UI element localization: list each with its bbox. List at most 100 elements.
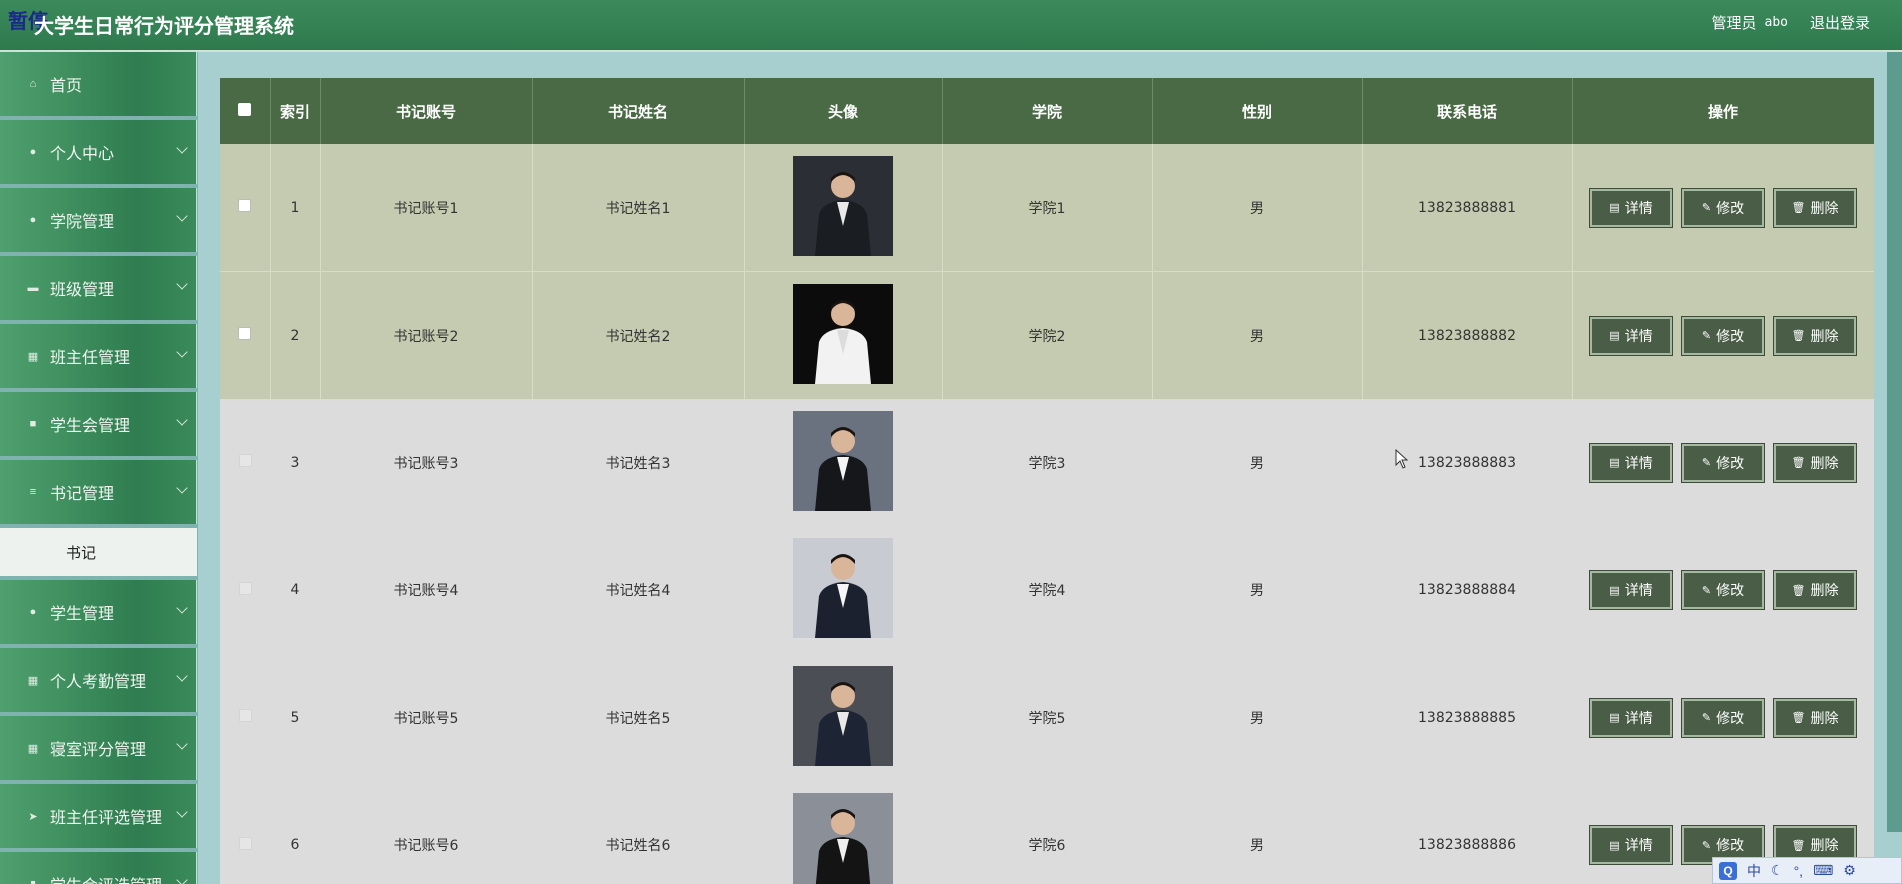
detail-button[interactable]: ▤ 详情 — [1589, 825, 1673, 866]
row-select-cell — [220, 399, 270, 527]
delete-button[interactable]: 🗑 删除 — [1773, 570, 1857, 611]
chat-icon: ▬ — [27, 282, 39, 294]
gender-cell: 男 — [1152, 144, 1363, 272]
row-checkbox[interactable] — [238, 199, 252, 212]
index-cell: 6 — [290, 837, 300, 854]
list-icon: ≡ — [29, 486, 37, 498]
index-cell: 5 — [290, 709, 300, 726]
delete-label: 删除 — [1810, 200, 1839, 217]
person-icon: ● — [29, 146, 37, 158]
select-all-checkbox[interactable] — [238, 103, 252, 116]
sidebar-item-class[interactable]: ▬ 班级管理 — [0, 256, 197, 320]
person-icon: ● — [29, 606, 37, 618]
main-content: 索引 书记账号 书记姓名 头像 学院 性别 联系电话 操作 1 书记账号1 书记… — [198, 52, 1902, 884]
table-row: 4 书记账号4 书记姓名4 学院4 男 13823888884 ▤ 详情 ✎ 修改 … — [220, 527, 1874, 655]
avatar-photo — [793, 155, 893, 256]
college-cell: 学院1 — [942, 144, 1153, 272]
sidebar-item-label: 个人考勤管理 — [50, 674, 147, 691]
detail-button[interactable]: ▤ 详情 — [1589, 315, 1673, 356]
sidebar-item-student[interactable]: ● 学生管理 — [0, 580, 197, 644]
chevron-down-icon — [176, 346, 188, 358]
sidebar-item-personal-center[interactable]: ● 个人中心 — [0, 120, 197, 184]
chevron-down-icon — [176, 278, 188, 290]
delete-button[interactable]: 🗑 删除 — [1773, 442, 1857, 483]
phone-cell: 13823888883 — [1418, 454, 1516, 471]
ime-toolbar[interactable]: Q 中 ☾ °, ⌨ ⚙ — [1712, 857, 1902, 884]
college-cell: 学院4 — [1028, 583, 1066, 600]
college-cell: 学院2 — [942, 271, 1153, 399]
edit-button[interactable]: ✎ 修改 — [1681, 442, 1765, 483]
detail-button[interactable]: ▤ 详情 — [1589, 442, 1673, 483]
table-row: 6 书记账号6 书记姓名6 学院6 男 13823888886 ▤ 详情 ✎ 修改 … — [220, 782, 1874, 884]
edit-button[interactable]: ✎ 修改 — [1681, 697, 1765, 738]
column-header: 头像 — [744, 78, 943, 144]
actions-cell: ▤ 详情 ✎ 修改 🗑 删除 — [1572, 399, 1874, 527]
table-header-row: 索引 书记账号 书记姓名 头像 学院 性别 联系电话 操作 — [220, 78, 1874, 144]
column-header: 书记姓名 — [532, 78, 745, 144]
gender-cell: 男 — [1250, 710, 1264, 727]
detail-button[interactable]: ▤ 详情 — [1589, 187, 1673, 228]
sidebar-item-attendance[interactable]: ▦ 个人考勤管理 — [0, 648, 197, 712]
sidebar-item-dorm-score[interactable]: ▦ 寝室评分管理 — [0, 716, 197, 780]
user-role: 管理员 — [1711, 15, 1757, 32]
sidebar-item-label: 个人中心 — [50, 146, 115, 163]
edit-label: 修改 — [1716, 838, 1745, 855]
index-cell: 4 — [290, 582, 300, 599]
row-select-cell — [220, 527, 270, 655]
delete-button[interactable]: 🗑 删除 — [1773, 697, 1857, 738]
name-cell: 书记姓名1 — [532, 144, 745, 272]
table-row: 5 书记账号5 书记姓名5 学院5 男 13823888885 ▤ 详情 ✎ 修改 … — [220, 654, 1874, 782]
edit-button[interactable]: ✎ 修改 — [1681, 187, 1765, 228]
row-checkbox[interactable] — [238, 836, 252, 850]
gender-cell: 男 — [1250, 838, 1264, 855]
avatar-cell — [744, 399, 942, 527]
row-actions: ▤ 详情 ✎ 修改 🗑 删除 — [1573, 187, 1874, 228]
sidebar-item-teacher-election[interactable]: ➤ 班主任评选管理 — [0, 784, 197, 848]
delete-button[interactable]: 🗑 删除 — [1773, 187, 1857, 228]
settings-icon[interactable]: ⚙ — [1843, 862, 1856, 879]
sidebar-item-secretary[interactable]: ≡ 书记管理 — [0, 460, 197, 524]
sidebar-item-head-teacher[interactable]: ▦ 班主任管理 — [0, 324, 197, 388]
sidebar-item-label: 学生会评选管理 — [50, 872, 162, 884]
row-checkbox[interactable] — [238, 581, 252, 595]
sidebar-item-student-union[interactable]: ■ 学生会管理 — [0, 392, 197, 456]
detail-label: 详情 — [1624, 838, 1653, 855]
moon-icon[interactable]: ☾ — [1771, 862, 1784, 879]
trash-icon: 🗑 — [1791, 583, 1806, 597]
ime-lang[interactable]: 中 — [1747, 861, 1761, 881]
document-icon: ▤ — [1609, 583, 1620, 597]
chevron-down-icon — [176, 874, 188, 884]
keyboard-icon[interactable]: ⌨ — [1813, 862, 1833, 879]
person-icon: ● — [29, 214, 37, 226]
name-cell: 书记姓名4 — [605, 583, 671, 600]
punctuation-icon[interactable]: °, — [1794, 863, 1804, 879]
logout-link[interactable]: 退出登录 — [1810, 12, 1870, 33]
detail-button[interactable]: ▤ 详情 — [1589, 570, 1673, 611]
avatar-photo — [793, 410, 893, 511]
sidebar-subitem-secretary[interactable]: 书记 — [0, 528, 197, 576]
page-scrollbar[interactable] — [1887, 52, 1902, 832]
detail-button[interactable]: ▤ 详情 — [1589, 697, 1673, 738]
header-user-area: 管理员 abo 退出登录 — [1711, 12, 1870, 33]
row-checkbox[interactable] — [238, 327, 252, 340]
home-icon: ⌂ — [29, 78, 37, 90]
phone-cell: 13823888884 — [1418, 582, 1516, 599]
select-all-header — [220, 78, 271, 144]
edit-button[interactable]: ✎ 修改 — [1681, 570, 1765, 611]
sidebar-item-union-election[interactable]: ▮ 学生会评选管理 — [0, 852, 197, 884]
account-cell: 书记账号2 — [320, 271, 533, 399]
row-checkbox[interactable] — [238, 454, 252, 468]
chevron-down-icon — [176, 806, 188, 818]
row-checkbox[interactable] — [238, 709, 252, 723]
edit-button[interactable]: ✎ 修改 — [1681, 315, 1765, 356]
delete-button[interactable]: 🗑 删除 — [1773, 315, 1857, 356]
row-actions: ▤ 详情 ✎ 修改 🗑 删除 — [1572, 697, 1874, 738]
phone-cell: 13823888885 — [1418, 709, 1516, 726]
column-header: 联系电话 — [1362, 78, 1573, 144]
table-row: 3 书记账号3 书记姓名3 学院3 男 13823888883 ▤ 详情 ✎ 修改 … — [220, 399, 1874, 527]
sidebar-item-college[interactable]: ● 学院管理 — [0, 188, 197, 252]
mouse-cursor-icon — [1395, 449, 1409, 469]
column-header: 操作 — [1572, 78, 1874, 144]
edit-label: 修改 — [1716, 200, 1745, 217]
sidebar-item-home[interactable]: ⌂ 首页 — [0, 52, 197, 116]
